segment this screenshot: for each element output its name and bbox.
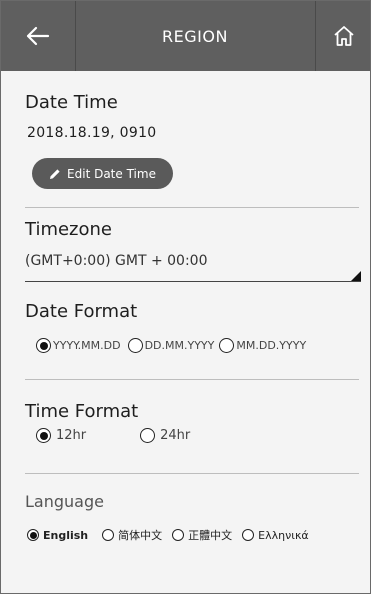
radio-label: MM.DD.YYYY: [236, 339, 307, 352]
edit-datetime-button[interactable]: Edit Date Time: [32, 158, 173, 189]
radio-unselected-icon: [127, 338, 143, 353]
radio-time-format-12hr[interactable]: 12hr: [36, 428, 86, 443]
date-format-options: YYYY.MM.DD DD.MM.YYYY MM.DD.YYYY: [36, 338, 306, 353]
datetime-title: Date Time: [25, 92, 118, 113]
dropdown-corner-icon: [351, 271, 361, 281]
language-title: Language: [25, 492, 104, 511]
timezone-title: Timezone: [25, 219, 112, 240]
radio-selected-icon: [36, 428, 51, 443]
radio-unselected-icon: [140, 428, 156, 443]
timezone-value: (GMT+0:00) GMT + 00:00: [25, 253, 208, 269]
radio-unselected-icon: [242, 529, 255, 541]
radio-label: English: [43, 528, 89, 542]
radio-date-format-mmddyyyy[interactable]: MM.DD.YYYY: [219, 338, 306, 353]
radio-time-format-24hr[interactable]: 24hr: [140, 428, 190, 443]
language-options: English 简体中文 正體中文 Ελληνικά: [27, 527, 309, 543]
screen: REGION Date Time 2018.18.19, 0910 Edit D…: [0, 0, 371, 594]
radio-selected-icon: [36, 338, 51, 353]
radio-label: DD.MM.YYYY: [144, 339, 215, 352]
radio-label: 正體中文: [188, 529, 233, 542]
back-button[interactable]: [1, 1, 76, 71]
radio-date-format-ddmmyyyy[interactable]: DD.MM.YYYY: [127, 338, 215, 353]
datetime-value: 2018.18.19, 0910: [27, 125, 157, 141]
radio-language-simplified-chinese[interactable]: 简体中文: [102, 527, 162, 543]
header-bar: REGION: [1, 1, 370, 71]
back-arrow-icon: [26, 26, 50, 46]
time-format-options: 12hr 24hr: [36, 428, 190, 443]
radio-language-english[interactable]: English: [27, 529, 88, 542]
radio-unselected-icon: [102, 529, 115, 541]
radio-label: 简体中文: [118, 529, 163, 542]
radio-unselected-icon: [219, 338, 235, 353]
radio-language-greek[interactable]: Ελληνικά: [242, 529, 309, 542]
divider: [25, 379, 359, 380]
radio-label: YYYY.MM.DD: [53, 339, 121, 352]
radio-unselected-icon: [172, 529, 185, 541]
divider: [25, 207, 359, 208]
radio-selected-icon: [27, 529, 39, 541]
edit-datetime-label: Edit Date Time: [67, 166, 156, 181]
radio-label: 12hr: [56, 428, 87, 443]
date-format-title: Date Format: [25, 301, 138, 322]
radio-label: 24hr: [160, 428, 191, 443]
radio-date-format-yyyymmdd[interactable]: YYYY.MM.DD: [36, 338, 121, 353]
radio-label: Ελληνικά: [258, 528, 309, 542]
timezone-select[interactable]: (GMT+0:00) GMT + 00:00: [25, 251, 361, 282]
radio-language-traditional-chinese[interactable]: 正體中文: [172, 527, 232, 543]
home-button[interactable]: [315, 1, 371, 71]
divider: [25, 473, 359, 474]
pencil-icon: [50, 168, 60, 179]
page-title: REGION: [162, 26, 228, 46]
time-format-title: Time Format: [25, 401, 139, 422]
home-icon: [333, 26, 354, 46]
